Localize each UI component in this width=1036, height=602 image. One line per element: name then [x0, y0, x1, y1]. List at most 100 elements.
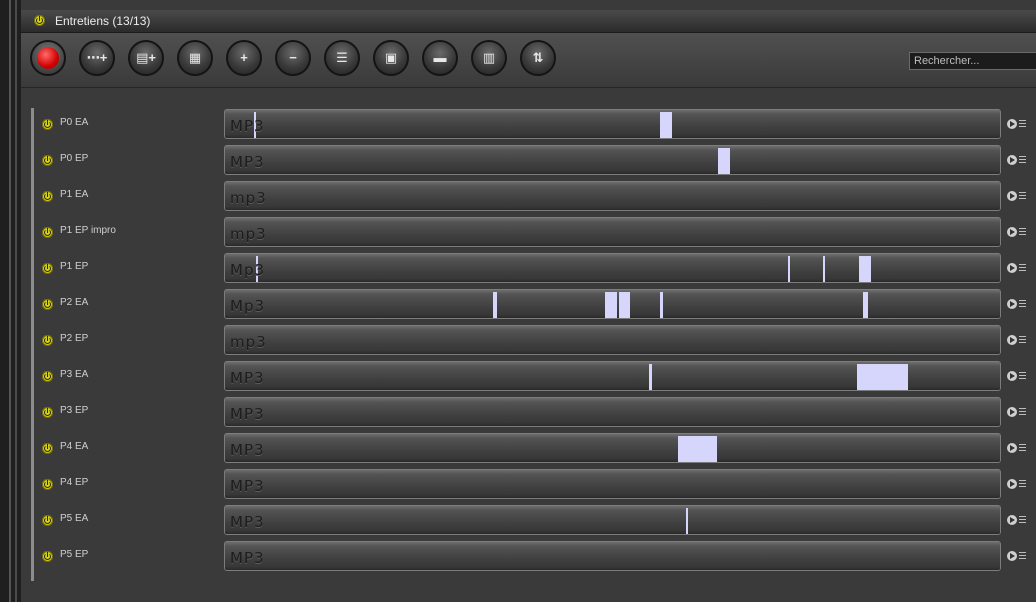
segment-marker[interactable]	[859, 256, 871, 282]
track-timeline[interactable]: MP3	[224, 145, 1001, 175]
track-row[interactable]: P2 EP mp3	[21, 325, 1036, 355]
segment-marker[interactable]	[718, 148, 730, 174]
track-row[interactable]: P1 EP Mp3	[21, 253, 1036, 283]
track-menu-button[interactable]	[1007, 191, 1035, 202]
segment-marker[interactable]	[823, 256, 825, 282]
segment-marker[interactable]	[678, 436, 717, 462]
play-icon	[1007, 371, 1017, 381]
track-row[interactable]: P0 EA MP3	[21, 109, 1036, 139]
segment-marker[interactable]	[649, 364, 652, 390]
track-timeline[interactable]: MP3	[224, 505, 1001, 535]
power-icon[interactable]	[42, 335, 53, 346]
toolbar: ⋯+ ▤+ ▦ + − ☰ ▣ ▬ ▥ ⇅	[21, 33, 1036, 88]
add-media-button[interactable]: ⋯+	[79, 40, 115, 76]
track-timeline[interactable]: mp3	[224, 325, 1001, 355]
panel-titlebar: Entretiens (13/13)	[21, 10, 1036, 33]
track-row[interactable]: P5 EP MP3	[21, 541, 1036, 571]
power-icon[interactable]	[42, 371, 53, 382]
power-icon[interactable]	[42, 515, 53, 526]
track-timeline[interactable]: MP3	[224, 109, 1001, 139]
track-timeline[interactable]: mp3	[224, 181, 1001, 211]
edge-line	[15, 0, 17, 602]
power-icon[interactable]	[34, 15, 45, 26]
power-icon[interactable]	[42, 155, 53, 166]
zoom-out-button[interactable]: −	[275, 40, 311, 76]
track-timeline[interactable]: Mp3	[224, 253, 1001, 283]
track-row[interactable]: P4 EA MP3	[21, 433, 1036, 463]
track-menu-button[interactable]	[1007, 155, 1035, 166]
segment-marker[interactable]	[660, 112, 672, 138]
color-bars-icon: ▬	[433, 50, 447, 65]
track-row[interactable]: P4 EP MP3	[21, 469, 1036, 499]
track-label: P3 EA	[60, 369, 89, 380]
track-row[interactable]: P0 EP MP3	[21, 145, 1036, 175]
play-icon	[1007, 227, 1017, 237]
sort-icon: ⇅	[532, 50, 544, 65]
segment-marker[interactable]	[863, 292, 868, 318]
sort-button[interactable]: ⇅	[520, 40, 556, 76]
zoom-in-button[interactable]: +	[226, 40, 262, 76]
color-bars-button[interactable]: ▬	[422, 40, 458, 76]
window-left-edge	[0, 0, 21, 602]
add-document-button[interactable]: ▦	[177, 40, 213, 76]
segment-marker[interactable]	[788, 256, 790, 282]
track-row[interactable]: P2 EA Mp3	[21, 289, 1036, 319]
segment-marker[interactable]	[857, 364, 908, 390]
segment-marker[interactable]	[660, 292, 663, 318]
panel-title: Entretiens (13/13)	[55, 14, 151, 28]
track-row[interactable]: P1 EP impro mp3	[21, 217, 1036, 247]
power-icon[interactable]	[42, 263, 53, 274]
track-menu-button[interactable]	[1007, 299, 1035, 310]
image-view-button[interactable]: ▣	[373, 40, 409, 76]
segment-marker[interactable]	[605, 292, 617, 318]
track-row[interactable]: P5 EA MP3	[21, 505, 1036, 535]
power-icon[interactable]	[42, 407, 53, 418]
track-menu-button[interactable]	[1007, 515, 1035, 526]
track-menu-button[interactable]	[1007, 335, 1035, 346]
power-icon[interactable]	[42, 443, 53, 454]
list-view-button[interactable]: ☰	[324, 40, 360, 76]
track-timeline[interactable]: mp3	[224, 217, 1001, 247]
power-icon[interactable]	[42, 119, 53, 130]
segment-marker[interactable]	[619, 292, 630, 318]
power-icon[interactable]	[42, 191, 53, 202]
menu-lines-icon	[1019, 336, 1026, 343]
segment-marker[interactable]	[686, 508, 688, 534]
format-label: mp3	[230, 333, 267, 351]
track-menu-button[interactable]	[1007, 119, 1035, 130]
record-button[interactable]	[30, 40, 66, 76]
track-timeline[interactable]: MP3	[224, 541, 1001, 571]
add-document-icon: ▦	[188, 50, 202, 65]
track-row[interactable]: P1 EA mp3	[21, 181, 1036, 211]
power-icon[interactable]	[42, 299, 53, 310]
power-icon[interactable]	[42, 479, 53, 490]
zoom-in-icon: +	[240, 50, 248, 65]
track-label: P4 EA	[60, 441, 89, 452]
track-timeline[interactable]: MP3	[224, 397, 1001, 427]
segment-marker[interactable]	[493, 292, 497, 318]
track-label: P2 EA	[60, 297, 89, 308]
menu-lines-icon	[1019, 192, 1026, 199]
track-menu-button[interactable]	[1007, 407, 1035, 418]
format-label: MP3	[230, 477, 265, 495]
track-timeline[interactable]: Mp3	[224, 289, 1001, 319]
menu-lines-icon	[1019, 444, 1026, 451]
track-timeline[interactable]: MP3	[224, 469, 1001, 499]
track-row[interactable]: P3 EP MP3	[21, 397, 1036, 427]
track-menu-button[interactable]	[1007, 371, 1035, 382]
format-label: Mp3	[230, 261, 266, 279]
layout-button[interactable]: ▥	[471, 40, 507, 76]
add-track-icon: ▤+	[136, 50, 156, 65]
track-menu-button[interactable]	[1007, 263, 1035, 274]
track-timeline[interactable]: MP3	[224, 433, 1001, 463]
track-menu-button[interactable]	[1007, 443, 1035, 454]
track-menu-button[interactable]	[1007, 479, 1035, 490]
power-icon[interactable]	[42, 551, 53, 562]
track-row[interactable]: P3 EA MP3	[21, 361, 1036, 391]
track-menu-button[interactable]	[1007, 551, 1035, 562]
power-icon[interactable]	[42, 227, 53, 238]
add-track-button[interactable]: ▤+	[128, 40, 164, 76]
track-timeline[interactable]: MP3	[224, 361, 1001, 391]
track-menu-button[interactable]	[1007, 227, 1035, 238]
search-input[interactable]	[909, 52, 1036, 70]
